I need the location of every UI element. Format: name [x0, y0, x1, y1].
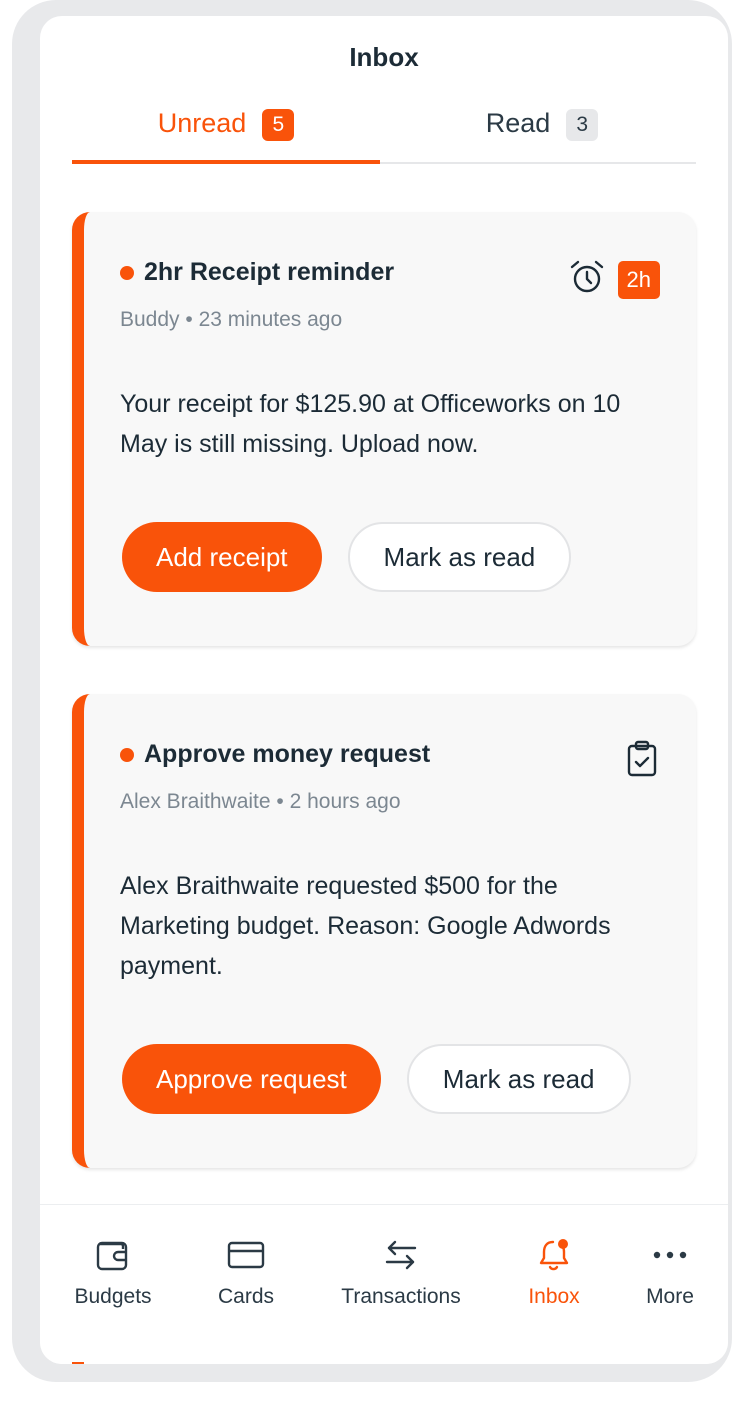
tab-unread[interactable]: Unread 5	[72, 106, 380, 164]
card-body: Your receipt for $125.90 at Officeworks …	[120, 390, 621, 458]
card-icons: 2h	[568, 258, 660, 301]
mark-as-read-button[interactable]: Mark as read	[347, 522, 572, 592]
bell-icon	[534, 1237, 574, 1273]
card-actions: Approve request Mark as read	[122, 1044, 631, 1114]
page-title: Inbox	[349, 42, 419, 72]
tab-read[interactable]: Read 3	[388, 106, 696, 164]
card-body: Alex Braithwaite requested $500 for the …	[120, 872, 611, 980]
tab-read-label: Read	[485, 108, 551, 138]
card-icon	[226, 1237, 266, 1273]
unread-count-badge: 5	[262, 109, 295, 141]
app-screen: Inbox Unread 5 Read 3 2hr Receipt remind…	[40, 16, 728, 1364]
inbox-tabs: Unread 5 Read 3	[72, 106, 696, 164]
nav-label: Transactions	[341, 1285, 461, 1308]
nav-label: Cards	[217, 1285, 275, 1308]
more-dots-icon	[650, 1237, 690, 1273]
add-receipt-button[interactable]: Add receipt	[122, 522, 322, 592]
notification-card-receipt-reminder: 2hr Receipt reminder 2h Buddy • 23 minut…	[72, 212, 696, 646]
bottom-nav: Budgets Cards Transactions Inbox More	[40, 1204, 728, 1364]
card-title-row: Approve money request	[120, 740, 430, 769]
nav-item-inbox[interactable]: Inbox	[524, 1237, 584, 1309]
mark-as-read-button[interactable]: Mark as read	[406, 1044, 631, 1114]
unread-dot	[120, 265, 134, 280]
time-badge: 2h	[617, 260, 660, 299]
clipboard-check-icon	[624, 740, 660, 783]
unread-dot	[120, 747, 134, 762]
card-actions: Add receipt Mark as read	[122, 522, 572, 592]
nav-item-budgets[interactable]: Budgets	[74, 1237, 152, 1309]
scroll-accent	[72, 1362, 84, 1364]
approve-request-button[interactable]: Approve request	[122, 1044, 381, 1114]
nav-item-transactions[interactable]: Transactions	[336, 1237, 466, 1309]
wallet-icon	[93, 1237, 133, 1273]
tab-unread-label: Unread	[157, 108, 247, 138]
card-meta: Buddy • 23 minutes ago	[120, 308, 343, 331]
nav-label: Inbox	[528, 1285, 580, 1308]
card-meta: Alex Braithwaite • 2 hours ago	[120, 790, 401, 813]
card-title-row: 2hr Receipt reminder	[120, 258, 394, 287]
nav-item-more[interactable]: More	[642, 1237, 698, 1309]
card-icons	[624, 740, 660, 783]
card-title: 2hr Receipt reminder	[144, 258, 395, 286]
read-count-badge: 3	[566, 109, 599, 141]
notification-card-money-request: Approve money request Alex Braithwaite •…	[72, 694, 696, 1168]
device-frame: Inbox Unread 5 Read 3 2hr Receipt remind…	[12, 0, 732, 1382]
card-title: Approve money request	[144, 740, 431, 768]
nav-label: More	[646, 1285, 694, 1308]
alarm-clock-icon	[568, 258, 606, 301]
nav-item-cards[interactable]: Cards	[216, 1237, 276, 1309]
transfer-arrows-icon	[381, 1237, 421, 1273]
nav-label: Budgets	[74, 1285, 152, 1308]
